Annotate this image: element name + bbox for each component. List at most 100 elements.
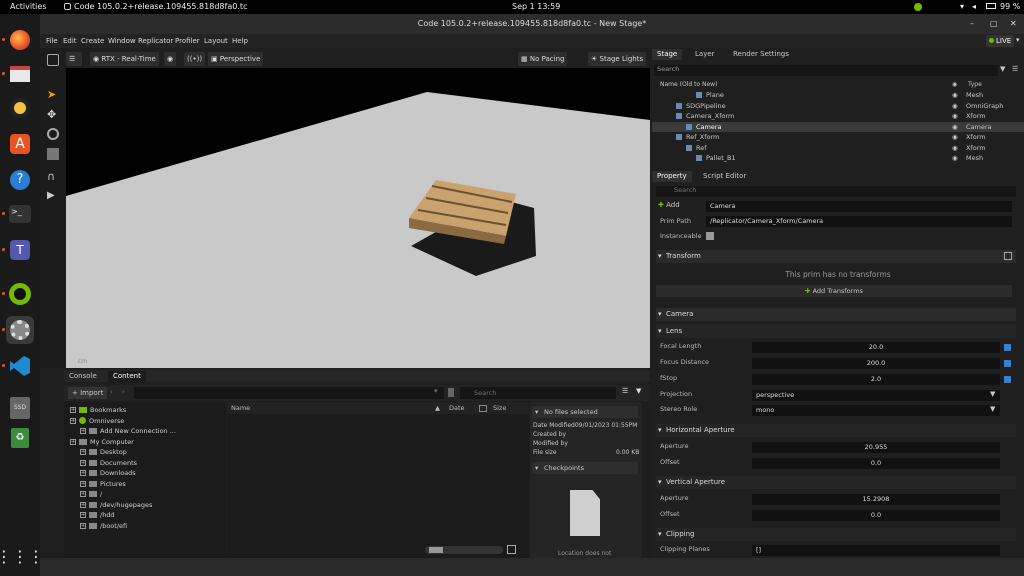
scroll-thumb[interactable]: [429, 547, 443, 553]
transform-options-icon[interactable]: [1004, 252, 1012, 260]
stage-search[interactable]: Search: [654, 65, 998, 76]
import-button[interactable]: + Import: [68, 387, 108, 399]
menu-file[interactable]: File: [46, 37, 58, 45]
projection-dropdown[interactable]: perspective: [752, 390, 1000, 401]
add-button[interactable]: ✚ Add: [658, 201, 680, 209]
tree-item[interactable]: + /: [80, 490, 102, 500]
terminal-icon[interactable]: >_: [6, 200, 34, 228]
v-aperture-field[interactable]: 15.2908: [752, 494, 1000, 505]
ssd-drive-icon[interactable]: SSD: [6, 394, 34, 422]
tree-item[interactable]: + Downloads: [80, 469, 136, 479]
grid-view-icon[interactable]: [507, 545, 516, 554]
expand-icon[interactable]: +: [70, 407, 76, 413]
tab-content[interactable]: Content: [108, 371, 146, 382]
tab-script-editor[interactable]: Script Editor: [698, 171, 751, 182]
sort-icon[interactable]: ▲: [435, 404, 440, 412]
firefox-icon[interactable]: [6, 26, 34, 54]
pacing-selector[interactable]: ▦ No Pacing: [518, 52, 568, 66]
list-view-icon[interactable]: ☰: [622, 387, 628, 395]
battery-icon[interactable]: [986, 3, 996, 9]
add-transforms-button[interactable]: ✚ Add Transforms: [656, 285, 1012, 297]
visibility-eye-icon[interactable]: ◉: [952, 143, 958, 153]
v-offset-field[interactable]: 0.0: [752, 510, 1000, 521]
col-name[interactable]: Name: [231, 404, 250, 412]
stage-tree-row[interactable]: Camera ◉ Camera: [652, 121, 1024, 132]
tab-property[interactable]: Property: [652, 171, 692, 182]
camera-selector[interactable]: ▣ Perspective: [208, 52, 264, 66]
tree-item[interactable]: + Add New Connection ...: [80, 427, 176, 437]
expand-icon[interactable]: +: [80, 449, 86, 455]
stage-tree-row[interactable]: Ref_Xform ◉ Xform: [652, 132, 1024, 142]
tree-item[interactable]: + /hdd: [80, 511, 115, 521]
select-arrow-icon[interactable]: ➤: [47, 88, 59, 101]
menu-profiler[interactable]: Profiler: [175, 37, 200, 45]
visibility-eye-icon[interactable]: ◉: [164, 52, 177, 66]
rhythmbox-icon[interactable]: [6, 94, 34, 122]
tab-stage[interactable]: Stage: [652, 49, 683, 60]
visibility-eye-icon[interactable]: ◉: [952, 153, 958, 163]
tree-item[interactable]: + Bookmarks: [70, 406, 126, 416]
focal-length-field[interactable]: 20.0: [752, 342, 1000, 353]
volume-icon[interactable]: ◂: [972, 2, 976, 11]
maximize-icon[interactable]: ▢: [990, 14, 998, 34]
expand-icon[interactable]: +: [80, 512, 86, 518]
show-apps-icon[interactable]: ⋮⋮⋮: [0, 542, 44, 570]
activities-button[interactable]: Activities: [10, 2, 47, 11]
rotate-tool-icon[interactable]: [47, 128, 59, 140]
snap-tool-icon[interactable]: ∩: [47, 170, 59, 183]
tree-item[interactable]: + Desktop: [80, 448, 127, 458]
stereo-dropdown-icon[interactable]: ▼: [990, 405, 995, 413]
trash-icon[interactable]: ♻: [6, 424, 34, 452]
tree-item[interactable]: + /boot/efi: [80, 522, 127, 532]
menu-layout[interactable]: Layout: [204, 37, 228, 45]
settings-menu-icon[interactable]: [47, 54, 59, 66]
stage-tree-row[interactable]: Pallet_B1 ◉ Mesh: [652, 153, 1024, 163]
clipping-header[interactable]: ▾ Clipping: [656, 528, 1016, 541]
path-field[interactable]: [134, 387, 444, 399]
tree-item[interactable]: + My Computer: [70, 438, 134, 448]
stage-options-icon[interactable]: ☰: [1012, 65, 1018, 73]
tree-item[interactable]: + Documents: [80, 459, 137, 469]
live-badge[interactable]: LIVE: [986, 35, 1015, 47]
prim-path-field[interactable]: /Replicator/Camera_Xform/Camera: [706, 216, 1012, 227]
tree-item[interactable]: + /dev/hugepages: [80, 501, 152, 511]
clock[interactable]: Sep 1 13:59: [512, 2, 560, 11]
col-size[interactable]: Size: [493, 404, 506, 412]
expand-icon[interactable]: +: [80, 491, 86, 497]
focus-distance-slider-handle[interactable]: [1004, 360, 1011, 367]
files-icon[interactable]: [6, 60, 34, 88]
expand-icon[interactable]: +: [80, 501, 86, 508]
expand-icon[interactable]: +: [80, 459, 86, 466]
property-search[interactable]: Search: [656, 186, 1016, 197]
expand-icon[interactable]: +: [80, 522, 86, 529]
horizontal-aperture-header[interactable]: ▾ Horizontal Aperture: [656, 424, 1016, 437]
audio-icon[interactable]: ((•)): [184, 52, 206, 66]
stage-filter-icon[interactable]: ▼: [1000, 65, 1005, 73]
expand-icon[interactable]: +: [80, 428, 86, 434]
live-dropdown-icon[interactable]: ▾: [1016, 36, 1020, 44]
tree-item[interactable]: + Pictures: [80, 480, 126, 490]
visibility-eye-icon[interactable]: ◉: [952, 122, 958, 132]
vertical-aperture-header[interactable]: ▾ Vertical Aperture: [656, 476, 1016, 489]
tree-item[interactable]: + Omniverse: [70, 417, 124, 427]
scale-tool-icon[interactable]: [47, 148, 59, 160]
focal-length-slider-handle[interactable]: [1004, 344, 1011, 351]
path-dropdown-icon[interactable]: ▾: [434, 387, 438, 395]
col-type-header[interactable]: Type: [968, 81, 982, 88]
tray-nvidia-icon[interactable]: [914, 3, 922, 11]
stage-tree-row[interactable]: SDGPipeline ◉ OmniGraph: [652, 101, 1024, 111]
checkpoints-header[interactable]: ▾ Checkpoints: [532, 462, 638, 474]
filter-icon[interactable]: ▼: [636, 387, 641, 395]
clipping-planes-field[interactable]: []: [752, 545, 1000, 556]
visibility-eye-icon[interactable]: ◉: [952, 111, 958, 121]
viewport[interactable]: cm: [66, 68, 650, 368]
fstop-field[interactable]: 2.0: [752, 374, 1000, 385]
stage-tree-row[interactable]: Ref ◉ Xform: [652, 143, 1024, 153]
visibility-eye-icon[interactable]: ◉: [952, 90, 958, 100]
vscode-icon[interactable]: [6, 352, 34, 380]
move-tool-icon[interactable]: ✥: [47, 108, 59, 121]
stage-tree-row[interactable]: Camera_Xform ◉ Xform: [652, 111, 1024, 121]
lights-selector[interactable]: ☀ Stage Lights: [588, 52, 647, 66]
help-icon[interactable]: ?: [6, 166, 34, 194]
camera-header[interactable]: ▾ Camera: [656, 308, 1016, 321]
